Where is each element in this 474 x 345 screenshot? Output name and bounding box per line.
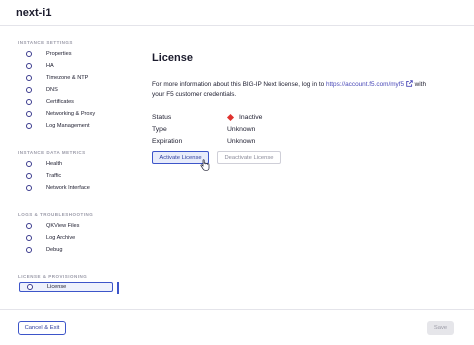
radio-icon (26, 185, 32, 191)
info-mid: with (412, 81, 427, 88)
sidebar-item-label: Traffic (46, 173, 62, 179)
account-link[interactable]: https://account.f5.com/myf5 (326, 81, 404, 88)
sidebar-item-label: License (47, 284, 67, 290)
radio-icon (26, 111, 32, 117)
app-title: next-i1 (16, 7, 52, 19)
cancel-exit-button[interactable]: Cancel & Exit (18, 321, 66, 335)
radio-icon (26, 247, 32, 253)
section-title: INSTANCE SETTINGS (18, 40, 73, 45)
sidebar-item-label: Log Archive (46, 235, 76, 241)
sidebar-item-properties[interactable]: Properties (18, 48, 120, 60)
sidebar-item-certificates[interactable]: Certificates (18, 96, 120, 108)
status-text: Inactive (239, 114, 263, 121)
sidebar-item-log-archive[interactable]: Log Archive (18, 232, 120, 244)
info-prefix: For more information about this BIG-IP N… (152, 81, 326, 88)
sidebar-item-label: Health (46, 161, 63, 167)
sidebar-item-qkview-files[interactable]: QKView Files (18, 220, 120, 232)
sidebar-item-networking-proxy[interactable]: Networking & Proxy (18, 108, 120, 120)
sidebar-item-label: HA (46, 63, 54, 69)
sidebar-item-timezone-ntp[interactable]: Timezone & NTP (18, 72, 120, 84)
sidebar-item-dns[interactable]: DNS (18, 84, 120, 96)
type-value: Unknown (227, 126, 256, 133)
external-link-icon[interactable] (406, 80, 413, 87)
sidebar-section-instance-settings: INSTANCE SETTINGS Properties HA Timezone… (18, 40, 120, 132)
license-info-text: For more information about this BIG-IP N… (152, 80, 462, 100)
sidebar-item-health[interactable]: Health (18, 158, 120, 170)
sidebar: INSTANCE SETTINGS Properties HA Timezone… (18, 40, 120, 310)
sidebar-item-log-management[interactable]: Log Management (18, 120, 120, 132)
status-label: Status (152, 114, 172, 121)
footer: Cancel & Exit Save (0, 309, 474, 345)
hand-cursor-icon (200, 159, 210, 171)
sidebar-item-label: Debug (46, 247, 63, 253)
radio-icon (26, 161, 32, 167)
type-label: Type (152, 126, 167, 133)
sidebar-item-license[interactable]: License (19, 282, 119, 294)
status-diamond-icon (226, 113, 235, 122)
section-title: LOGS & TROUBLESHOOTING (18, 212, 94, 217)
radio-icon (26, 173, 32, 179)
deactivate-license-button[interactable]: Deactivate License (217, 151, 281, 164)
sidebar-item-label: DNS (46, 87, 58, 93)
sidebar-item-label: Properties (46, 51, 72, 57)
sidebar-item-label: Log Management (46, 123, 90, 129)
radio-icon (26, 223, 32, 229)
radio-icon (27, 284, 33, 290)
expiration-label: Expiration (152, 138, 183, 145)
radio-icon (26, 123, 32, 129)
sidebar-item-label: Network Interface (46, 185, 90, 191)
top-bar: next-i1 (0, 0, 474, 26)
sidebar-item-network-interface[interactable]: Network Interface (18, 182, 120, 194)
status-value: Inactive (226, 113, 263, 122)
sidebar-section-logs: LOGS & TROUBLESHOOTING QKView Files Log … (18, 212, 120, 256)
radio-icon (26, 87, 32, 93)
info-suffix: your F5 customer credentials. (152, 91, 237, 98)
sidebar-item-traffic[interactable]: Traffic (18, 170, 120, 182)
expiration-value: Unknown (227, 138, 256, 145)
radio-icon (26, 99, 32, 105)
sidebar-item-ha[interactable]: HA (18, 60, 120, 72)
active-indicator (117, 282, 119, 294)
sidebar-item-debug[interactable]: Debug (18, 244, 120, 256)
radio-icon (26, 75, 32, 81)
radio-icon (26, 51, 32, 57)
sidebar-item-label: Timezone & NTP (46, 75, 89, 81)
radio-icon (26, 63, 32, 69)
radio-icon (26, 235, 32, 241)
page-title: License (152, 52, 193, 64)
sidebar-item-label: Networking & Proxy (46, 111, 96, 117)
sidebar-item-label: Certificates (46, 99, 74, 105)
sidebar-section-license: LICENSE & PROVISIONING License (18, 274, 120, 294)
sidebar-item-label: QKView Files (46, 223, 80, 229)
section-title: LICENSE & PROVISIONING (18, 274, 88, 279)
section-title: INSTANCE DATA METRICS (18, 150, 86, 155)
sidebar-section-data-metrics: INSTANCE DATA METRICS Health Traffic Net… (18, 150, 120, 194)
save-button[interactable]: Save (427, 321, 454, 335)
